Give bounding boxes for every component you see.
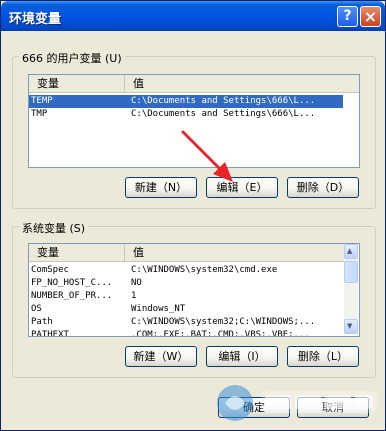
var-value: C:\WINDOWS\system32\cmd.exe — [131, 265, 278, 275]
user-vars-accel: (U) — [105, 52, 122, 65]
scroll-up-button[interactable]: ▲ — [344, 244, 358, 259]
var-value: NO — [131, 278, 142, 288]
scroll-down-button[interactable]: ▼ — [344, 319, 358, 334]
user-delete-button[interactable]: 删除（D） — [287, 177, 359, 198]
list-item[interactable]: PATHEXT .COM;.EXE;.BAT;.CMD;.VBS;.VBE;..… — [29, 329, 343, 337]
column-value[interactable]: 值 — [125, 244, 344, 261]
window-title: 环境变量 — [9, 12, 62, 27]
var-value: 1 — [131, 291, 137, 301]
help-button[interactable]: ? — [337, 6, 358, 27]
list-item[interactable]: FP_NO_HOST_C... NO — [29, 277, 343, 290]
column-variable[interactable]: 变量 — [29, 75, 125, 92]
var-name: ComSpec — [31, 265, 69, 275]
var-value: C:\Documents and Settings\666\L... — [131, 109, 316, 119]
user-vars-label: 666 的用户变量 (U) — [19, 50, 125, 66]
env-vars-dialog: 环境变量 ? × 666 的用户变量 (U) 变量 值 TEMP C:\Docu… — [0, 0, 386, 431]
var-value: C:\WINDOWS\system32;C:\WINDOWS;... — [131, 317, 316, 327]
var-name: PATHEXT — [31, 330, 69, 337]
var-value: Windows_NT — [131, 304, 186, 314]
column-variable[interactable]: 变量 — [29, 244, 125, 261]
var-name: FP_NO_HOST_C... — [31, 278, 113, 288]
watermark-logo — [217, 385, 377, 421]
var-name: TEMP — [31, 96, 53, 106]
system-vars-header: 变量 值 — [29, 244, 344, 262]
system-vars-label: 系统变量 (S) — [19, 220, 89, 236]
system-edit-button[interactable]: 编辑（I） — [206, 346, 278, 367]
user-vars-label-text: 666 的用户变量 — [22, 52, 102, 65]
column-value[interactable]: 值 — [125, 75, 359, 92]
title-bar[interactable]: 环境变量 ? × — [1, 1, 385, 31]
list-item[interactable]: Path C:\WINDOWS\system32;C:\WINDOWS;... — [29, 316, 343, 329]
chevron-down-icon: ▼ — [347, 322, 353, 330]
annotation-arrow-icon — [181, 130, 233, 182]
system-vars-list[interactable]: 变量 值 ComSpec C:\WINDOWS\system32\cmd.exe… — [28, 243, 360, 337]
system-vars-scrollbar[interactable]: ▲ ▼ — [344, 244, 358, 334]
system-new-button[interactable]: 新建（W） — [125, 346, 197, 367]
close-button[interactable]: × — [360, 6, 381, 27]
chevron-up-icon: ▲ — [347, 247, 353, 255]
list-item[interactable]: TMP C:\Documents and Settings\666\L... — [29, 108, 343, 121]
var-name: Path — [31, 317, 53, 327]
var-name: NUMBER_OF_PR... — [31, 291, 113, 301]
list-item[interactable]: OS Windows_NT — [29, 303, 343, 316]
list-item[interactable]: ComSpec C:\WINDOWS\system32\cmd.exe — [29, 264, 343, 277]
system-vars-accel: (S) — [69, 222, 86, 235]
var-value: .COM;.EXE;.BAT;.CMD;.VBS;.VBE;... — [131, 330, 310, 337]
system-delete-button[interactable]: 删除（L） — [287, 346, 359, 367]
list-item[interactable]: NUMBER_OF_PR... 1 — [29, 290, 343, 303]
scroll-thumb[interactable] — [344, 261, 358, 283]
var-value: C:\Documents and Settings\666\L... — [131, 96, 316, 106]
list-item[interactable]: TEMP C:\Documents and Settings\666\L... — [29, 95, 343, 108]
var-name: OS — [31, 304, 42, 314]
system-vars-label-text: 系统变量 — [22, 222, 66, 235]
var-name: TMP — [31, 109, 48, 119]
user-vars-header: 变量 值 — [29, 75, 359, 93]
